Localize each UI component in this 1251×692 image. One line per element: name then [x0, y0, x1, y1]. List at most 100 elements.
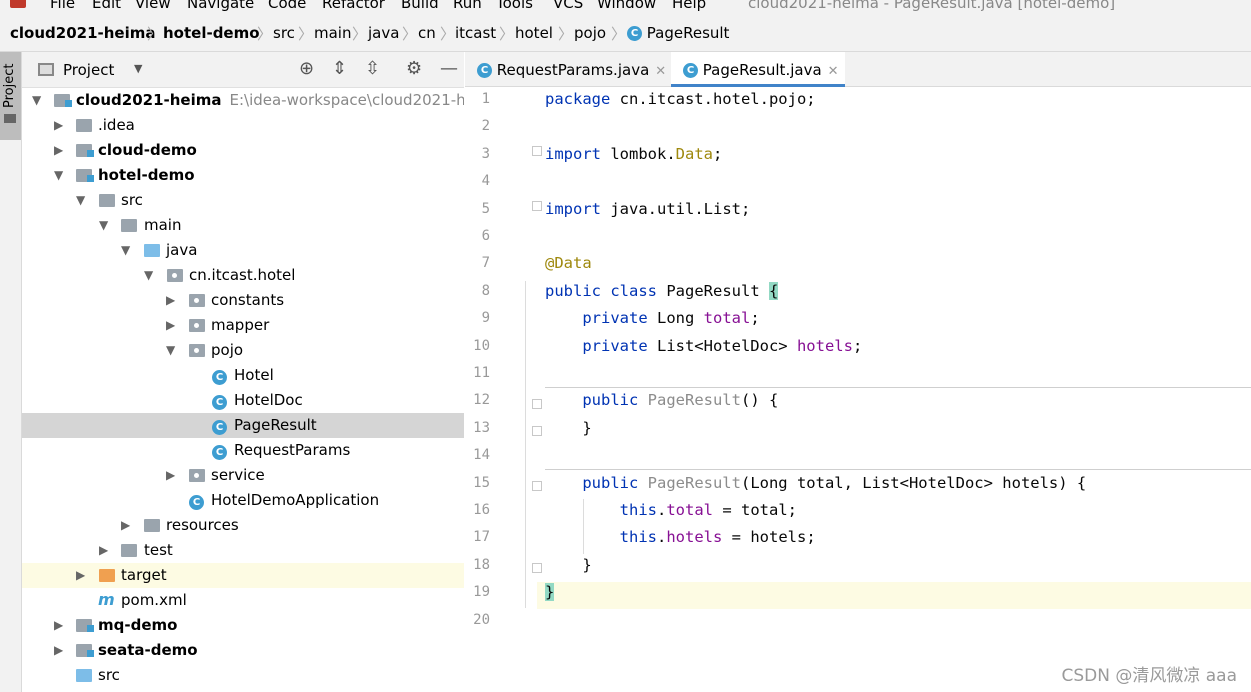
fold-icon[interactable]	[532, 146, 542, 156]
chevron-right-icon[interactable]: ▶	[54, 118, 63, 132]
tab-requestparams[interactable]: C RequestParams.java ✕	[477, 52, 666, 87]
tree-item-package[interactable]: ▼ cn.itcast.hotel	[22, 263, 464, 288]
tab-pageresult[interactable]: C PageResult.java ✕	[671, 52, 845, 87]
tree-item-pageresult[interactable]: C PageResult	[22, 413, 464, 438]
chevron-down-icon[interactable]: ▼	[144, 268, 153, 282]
chevron-right-icon[interactable]: ▶	[99, 543, 108, 557]
close-icon[interactable]: ✕	[655, 64, 666, 79]
chevron-down-icon[interactable]: ▼	[54, 168, 63, 182]
breadcrumb-separator-icon: 〉	[257, 25, 273, 43]
source-folder-icon	[144, 244, 160, 257]
chevron-down-icon[interactable]: ▼	[166, 343, 175, 357]
fold-icon[interactable]	[532, 481, 542, 491]
chevron-right-icon[interactable]: ▶	[54, 618, 63, 632]
method-separator	[545, 469, 1251, 470]
chevron-right-icon[interactable]: ▶	[166, 318, 175, 332]
menu-window[interactable]: Window	[597, 0, 656, 12]
tree-item-label: cloud-demo	[98, 141, 197, 159]
chevron-right-icon[interactable]: ▶	[166, 468, 175, 482]
menu-refactor[interactable]: Refactor	[322, 0, 385, 12]
tree-item-hotel-demo[interactable]: ▼ hotel-demo	[22, 163, 464, 188]
chevron-down-icon[interactable]: ▼	[134, 62, 142, 75]
chevron-right-icon[interactable]: ▶	[166, 293, 175, 307]
breadcrumb-item[interactable]: itcast	[455, 24, 496, 42]
breadcrumb-item[interactable]: src	[273, 24, 295, 42]
project-view-icon	[38, 63, 54, 76]
menu-help[interactable]: Help	[672, 0, 706, 12]
tree-item-target[interactable]: ▶ target	[22, 563, 464, 588]
tree-item-root[interactable]: ▼ cloud2021-heima E:\idea-workspace\cloud…	[22, 88, 464, 113]
tree-item-hotel[interactable]: C Hotel	[22, 363, 464, 388]
breadcrumb-item[interactable]: hotel	[515, 24, 553, 42]
line-number: 13	[473, 419, 490, 436]
breadcrumb-item-pageresult[interactable]: C PageResult	[627, 24, 729, 42]
minimize-icon[interactable]: —	[440, 58, 458, 79]
gear-icon[interactable]: ⚙	[406, 58, 422, 79]
tree-item-seata-demo[interactable]: ▶ seata-demo	[22, 638, 464, 663]
code-line: import lombok.Data;	[545, 145, 722, 163]
close-icon[interactable]: ✕	[828, 64, 839, 79]
breadcrumb-item[interactable]: java	[368, 24, 399, 42]
tree-item-idea[interactable]: ▶ .idea	[22, 113, 464, 138]
code-token: () {	[740, 391, 779, 410]
package-dot-icon	[194, 473, 199, 478]
tree-item-test[interactable]: ▶ test	[22, 538, 464, 563]
menu-edit[interactable]: Edit	[92, 0, 121, 12]
folder-icon	[4, 114, 16, 123]
tree-item-main[interactable]: ▼ main	[22, 213, 464, 238]
chevron-down-icon[interactable]: ▼	[121, 243, 130, 257]
tree-item-cloud-demo[interactable]: ▶ cloud-demo	[22, 138, 464, 163]
fold-icon[interactable]	[532, 201, 542, 211]
project-tool-tab[interactable]: Project	[0, 52, 21, 140]
tree-item-java[interactable]: ▼ java	[22, 238, 464, 263]
tree-item-service[interactable]: ▶ service	[22, 463, 464, 488]
chevron-down-icon[interactable]: ▼	[99, 218, 108, 232]
breadcrumb-item[interactable]: pojo	[574, 24, 606, 42]
collapse-all-icon[interactable]: ⇳	[365, 58, 380, 79]
chevron-right-icon[interactable]: ▶	[54, 643, 63, 657]
expand-all-icon[interactable]: ⇕	[332, 58, 347, 79]
menu-build[interactable]: Build	[401, 0, 439, 12]
menu-run[interactable]: Run	[453, 0, 482, 12]
chevron-right-icon[interactable]: ▶	[54, 143, 63, 157]
locate-icon[interactable]: ⊕	[299, 58, 314, 79]
code-token: import	[545, 144, 611, 163]
tree-item-hoteldoc[interactable]: C HotelDoc	[22, 388, 464, 413]
code-token: ;	[750, 309, 760, 328]
code-token: lombok.	[610, 144, 676, 163]
tree-item-root-src[interactable]: src	[22, 663, 464, 688]
code-token: .	[656, 528, 667, 547]
menu-file[interactable]: File	[50, 0, 75, 12]
code-editor[interactable]: 1 2 3 4 5 6 7 8 9 10 11 12 13 14 15 16 17 18 19 20 package …	[465, 87, 1251, 692]
tree-item-pojo[interactable]: ▼ pojo	[22, 338, 464, 363]
menu-vcs[interactable]: VCS	[553, 0, 583, 12]
tree-item-constants[interactable]: ▶ constants	[22, 288, 464, 313]
fold-icon[interactable]	[532, 399, 542, 409]
tree-item-mapper[interactable]: ▶ mapper	[22, 313, 464, 338]
project-view-selector[interactable]: Project	[63, 61, 114, 79]
tree-item-mq-demo[interactable]: ▶ mq-demo	[22, 613, 464, 638]
breadcrumb-item[interactable]: main	[314, 24, 351, 42]
breadcrumb-separator-icon: 〉	[402, 25, 418, 43]
menu-navigate[interactable]: Navigate	[187, 0, 254, 12]
fold-icon[interactable]	[532, 563, 542, 573]
tree-item-hoteldemoapplication[interactable]: C HotelDemoApplication	[22, 488, 464, 513]
folder-icon	[99, 194, 115, 207]
chevron-down-icon[interactable]: ▼	[76, 193, 85, 207]
menu-code[interactable]: Code	[268, 0, 306, 12]
tree-item-src[interactable]: ▼ src	[22, 188, 464, 213]
breadcrumb-item[interactable]: cloud2021-heima	[10, 24, 155, 42]
breadcrumb-item[interactable]: cn	[418, 24, 436, 42]
chevron-right-icon[interactable]: ▶	[76, 568, 85, 582]
menu-view[interactable]: View	[135, 0, 171, 12]
chevron-right-icon[interactable]: ▶	[121, 518, 130, 532]
menu-tools[interactable]: Tools	[496, 0, 533, 12]
chevron-down-icon[interactable]: ▼	[32, 93, 41, 107]
breadcrumb-item[interactable]: hotel-demo	[163, 24, 260, 42]
breadcrumb-separator-icon: 〉	[558, 25, 574, 43]
tree-item-resources[interactable]: ▶ resources	[22, 513, 464, 538]
tree-item-pom[interactable]: m pom.xml	[22, 588, 464, 613]
tree-item-requestparams[interactable]: C RequestParams	[22, 438, 464, 463]
code-line: import java.util.List;	[545, 200, 750, 218]
fold-icon[interactable]	[532, 426, 542, 436]
